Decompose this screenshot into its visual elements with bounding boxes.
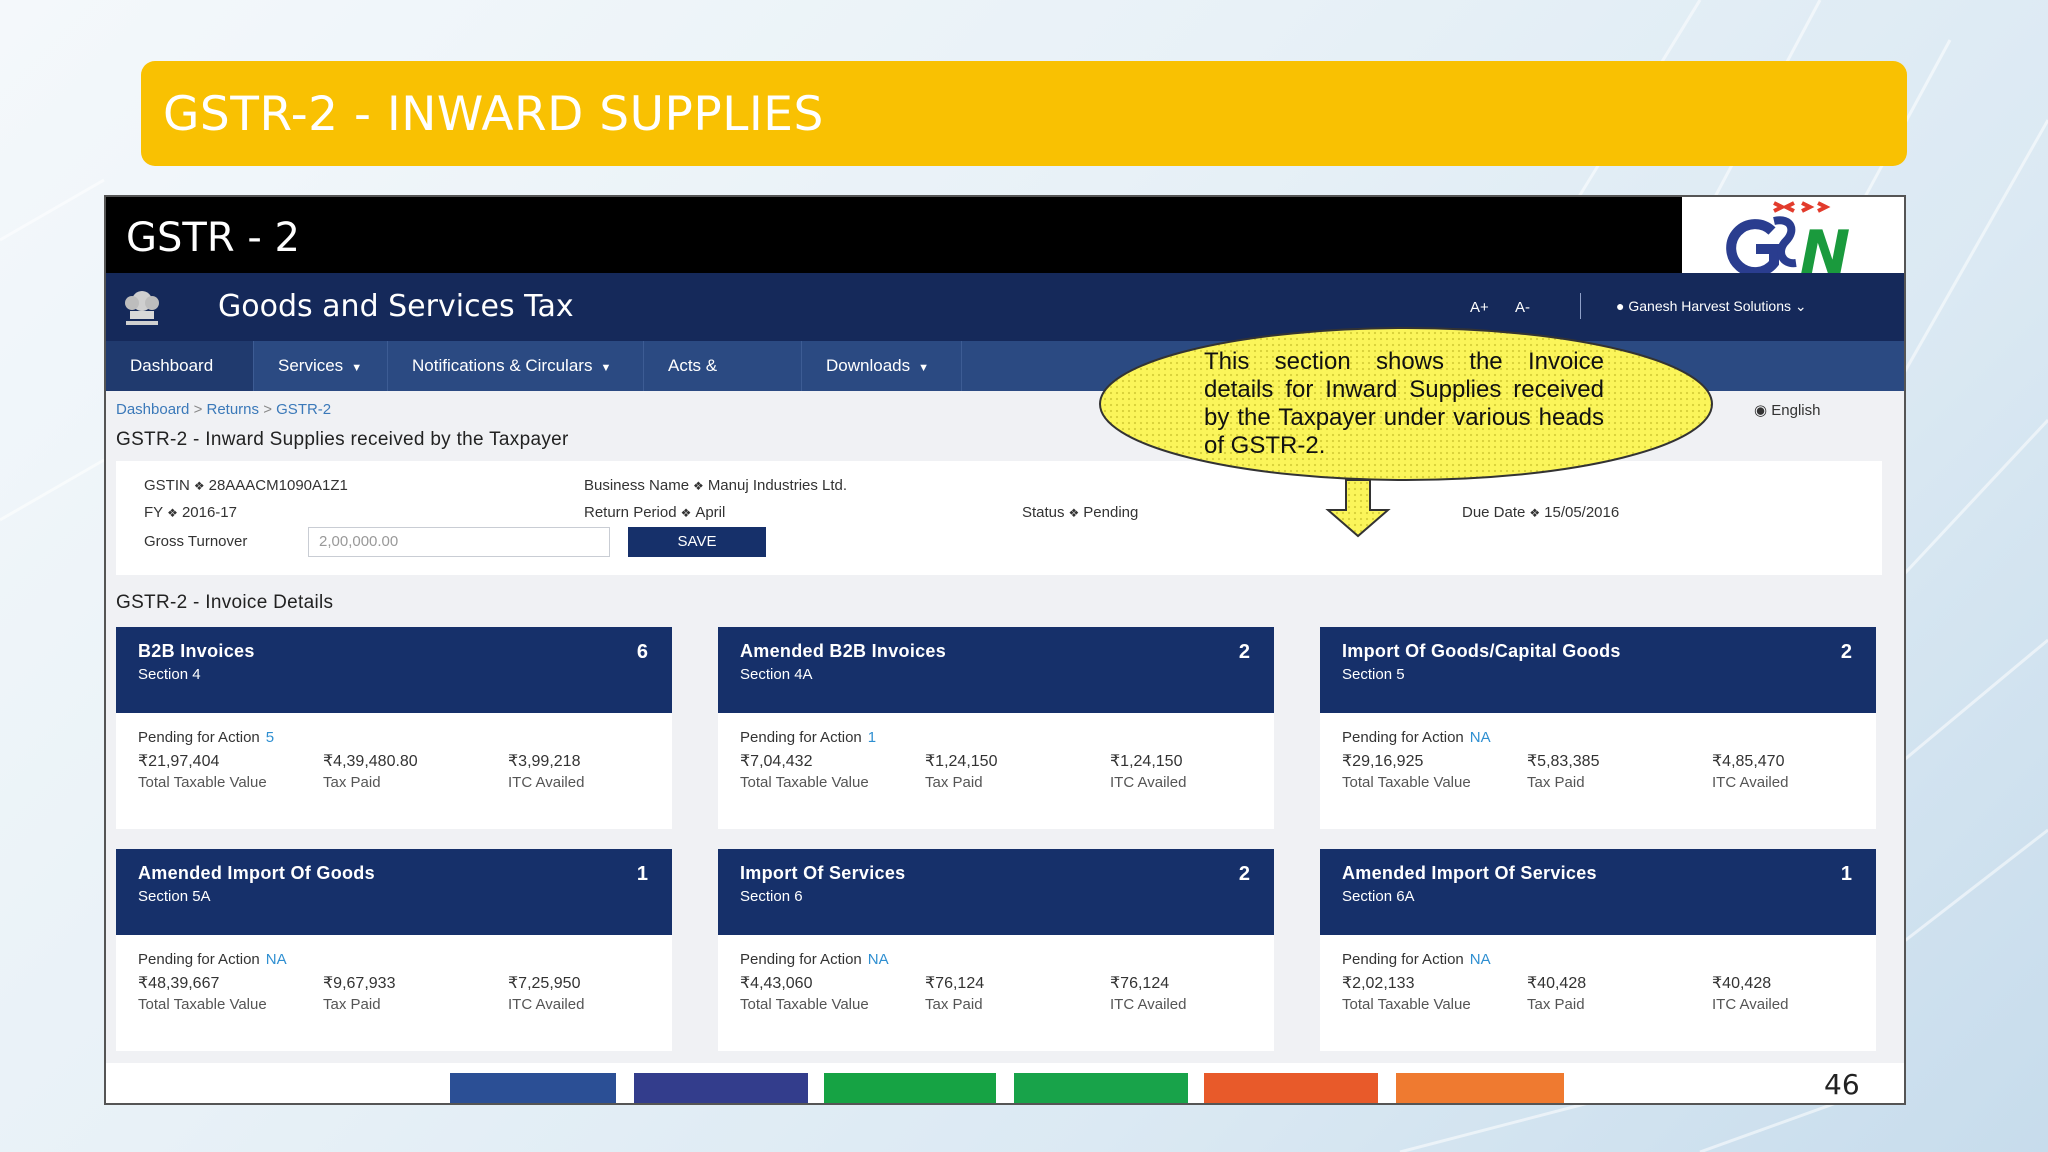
national-emblem-icon: [125, 291, 159, 325]
nav-services[interactable]: Services ▼: [254, 341, 388, 391]
language-selector[interactable]: ◉ English: [1754, 401, 1820, 419]
stripe-orange-2: [1396, 1073, 1564, 1103]
card-b2b-invoices[interactable]: B2B Invoices Section 4 6 Pending for Act…: [116, 627, 672, 829]
breadcrumb-dashboard[interactable]: Dashboard: [116, 401, 189, 418]
gross-turnover-input[interactable]: 2,00,000.00: [308, 527, 610, 557]
stripe-orange: [1204, 1073, 1378, 1103]
count-badge: 2: [1238, 863, 1250, 885]
gst-portal-screenshot: GSTR - 2 N Goods and Services Tax A+ A- …: [104, 195, 1906, 1105]
svg-text:N: N: [1800, 218, 1850, 281]
breadcrumb-gstr2: GSTR-2: [276, 401, 332, 418]
gstin-field: GSTIN ❖ 28AAACM1090A1Z1: [144, 477, 348, 494]
page-title: GSTR-2 - Inward Supplies received by the…: [116, 429, 569, 450]
card-amended-b2b-invoices[interactable]: Amended B2B Invoices Section 4A 2 Pendin…: [718, 627, 1274, 829]
diamond-icon: ❖: [167, 506, 178, 520]
caret-down-icon: ▼: [918, 362, 929, 374]
slide-page-number: 46: [1824, 1068, 1860, 1101]
stripe-blue: [450, 1073, 616, 1103]
business-name-field: Business Name ❖ Manuj Industries Ltd.: [584, 477, 848, 494]
footer-color-strip: 46: [106, 1063, 1904, 1103]
nav-acts-rules[interactable]: Acts & Rules▼: [644, 341, 802, 425]
card-import-of-goods[interactable]: Import Of Goods/Capital Goods Section 5 …: [1320, 627, 1876, 829]
card-amended-import-of-services[interactable]: Amended Import Of Services Section 6A 1 …: [1320, 849, 1876, 1051]
user-name: Ganesh Harvest Solutions: [1628, 298, 1791, 314]
gstn-logo-icon: N: [1726, 201, 1850, 288]
count-badge: 6: [636, 641, 648, 663]
diamond-icon: ❖: [193, 479, 205, 493]
fy-field: FY ❖ 2016-17: [144, 504, 237, 521]
portal-brand: Goods and Services Tax: [218, 289, 574, 324]
count-badge: 2: [1840, 641, 1852, 663]
stripe-indigo: [634, 1073, 808, 1103]
slide-title-bar: GSTR-2 - INWARD SUPPLIES: [141, 61, 1907, 166]
user-menu[interactable]: ● Ganesh Harvest Solutions ⌄: [1616, 298, 1807, 315]
header-divider: [1580, 293, 1581, 319]
diamond-icon: ❖: [680, 506, 692, 520]
card-amended-import-of-goods[interactable]: Amended Import Of Goods Section 5A 1 Pen…: [116, 849, 672, 1051]
nav-dashboard[interactable]: Dashboard: [106, 341, 254, 391]
slide-title: GSTR-2 - INWARD SUPPLIES: [163, 87, 824, 142]
return-period-field: Return Period ❖ April: [584, 504, 726, 521]
caret-down-icon: ▼: [351, 362, 363, 374]
font-decrease-button[interactable]: A-: [1515, 299, 1530, 316]
card-import-of-services[interactable]: Import Of Services Section 6 2 Pending f…: [718, 849, 1274, 1051]
breadcrumb: Dashboard > Returns > GSTR-2: [116, 401, 332, 418]
count-badge: 2: [1238, 641, 1250, 663]
window-title-bar: GSTR - 2: [106, 197, 1682, 273]
diamond-icon: ❖: [693, 479, 704, 493]
stripe-green: [824, 1073, 996, 1103]
gstn-logo: N: [1682, 197, 1904, 288]
window-title: GSTR - 2: [126, 215, 300, 261]
save-button[interactable]: SAVE: [628, 527, 766, 557]
callout-text: This section shows the Invoice details f…: [1204, 348, 1604, 459]
font-size-controls: A+ A-: [1470, 299, 1530, 316]
globe-icon: ◉: [1754, 402, 1768, 419]
caret-down-icon: ▼: [600, 362, 612, 374]
invoice-details-heading: GSTR-2 - Invoice Details: [116, 592, 334, 613]
user-icon: ●: [1616, 298, 1625, 314]
chevron-down-icon: ⌄: [1794, 298, 1807, 314]
nav-notifications[interactable]: Notifications & Circulars ▼: [388, 341, 644, 391]
diamond-icon: ❖: [1068, 506, 1080, 520]
nav-downloads[interactable]: Downloads ▼: [802, 341, 962, 391]
callout-bubble: This section shows the Invoice details f…: [1096, 324, 1716, 538]
gross-turnover-label: Gross Turnover: [144, 533, 248, 550]
font-increase-button[interactable]: A+: [1470, 299, 1489, 316]
stripe-green-2: [1014, 1073, 1188, 1103]
count-badge: 1: [1840, 863, 1852, 885]
breadcrumb-returns[interactable]: Returns: [207, 401, 260, 418]
count-badge: 1: [636, 863, 648, 885]
